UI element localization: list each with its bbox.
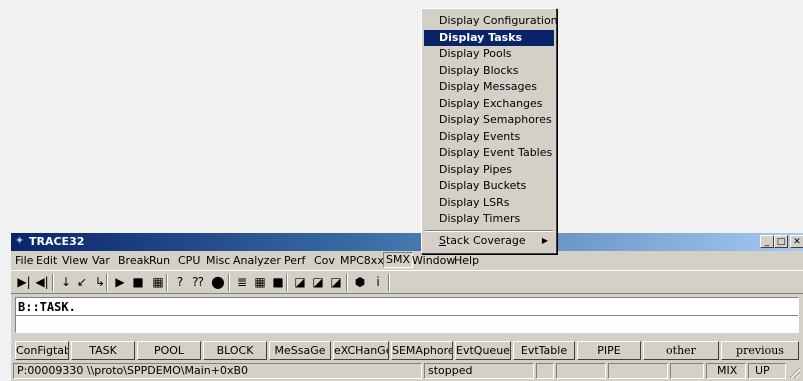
status-direction: UP [748, 363, 786, 379]
menu-mpc8xx[interactable]: MPC8xx [340, 254, 384, 267]
softkey-evtqueue[interactable]: EvtQueue [455, 341, 511, 360]
status-field-empty-1 [536, 363, 554, 379]
info-icon[interactable]: i [369, 273, 387, 291]
help-icon[interactable]: ? [171, 273, 189, 291]
menu-item-display-pools[interactable]: Display Pools [422, 46, 556, 63]
maximize-button[interactable]: □ [774, 235, 788, 248]
menu-break[interactable]: Break [118, 254, 150, 267]
menu-item-display-tasks[interactable]: Display Tasks [424, 29, 554, 46]
trace32-main-window: ✦ TRACE32 _ □ ✕ File Edit View Var Break Run C… [11, 233, 803, 381]
menu-item-stack-coverage-label: tack Coverage [445, 233, 526, 247]
list-icon[interactable]: ≣ [233, 273, 251, 291]
menu-item-display-exchanges[interactable]: Display Exchanges [422, 96, 556, 113]
menu-item-display-pipes[interactable]: Display Pipes [422, 162, 556, 179]
step-back-icon[interactable]: ◀| [33, 273, 51, 291]
status-field-empty-4 [670, 363, 704, 379]
softkey-pool[interactable]: POOL [137, 341, 201, 360]
window-title: TRACE32 [29, 235, 85, 248]
menu-window[interactable]: Window [412, 254, 455, 267]
menu-view[interactable]: View [62, 254, 88, 267]
command-divider [16, 315, 798, 316]
status-bar: P:00009330 \\proto\SPPDEMO\Main+0xB0 sto… [13, 363, 801, 379]
dump-icon[interactable]: ▦ [251, 273, 269, 291]
status-mode: MIX [706, 363, 746, 379]
softkey-other[interactable]: other [643, 341, 719, 360]
close-button[interactable]: ✕ [790, 235, 803, 248]
toolbar-separator [228, 274, 230, 291]
register-icon[interactable]: ■ [269, 273, 287, 291]
menu-item-display-event-tables[interactable]: Display Event Tables [422, 145, 556, 162]
toolbar-separator [106, 274, 108, 291]
step-into-icon[interactable]: ↙ [73, 273, 91, 291]
menu-var[interactable]: Var [92, 254, 110, 267]
menu-cov[interactable]: Cov [314, 254, 335, 267]
no-break-icon[interactable]: ▦ [149, 273, 167, 291]
trace32-app-icon: ✦ [15, 234, 25, 247]
menu-perf[interactable]: Perf [284, 254, 305, 267]
menu-item-display-timers[interactable]: Display Timers [422, 211, 556, 228]
menu-edit[interactable]: Edit [36, 254, 57, 267]
status-field-empty-2 [556, 363, 606, 379]
status-field-empty-3 [608, 363, 668, 379]
softkey-previous[interactable]: previous [721, 341, 799, 360]
menu-item-stack-coverage-mnemonic: S [439, 233, 446, 247]
status-address: P:00009330 \\proto\SPPDEMO\Main+0xB0 [13, 363, 422, 379]
menu-run[interactable]: Run [149, 254, 170, 267]
menu-item-display-messages[interactable]: Display Messages [422, 79, 556, 96]
menu-item-display-lsrs[interactable]: Display LSRs [422, 195, 556, 212]
go-icon[interactable]: ▶ [111, 273, 129, 291]
step-icon[interactable]: ▶| [15, 273, 33, 291]
menu-help[interactable]: Help [454, 254, 479, 267]
title-bar[interactable]: ✦ TRACE32 _ □ ✕ [11, 233, 803, 251]
status-state: stopped [424, 363, 534, 379]
menu-item-stack-coverage[interactable]: Stack Coverage ▶ [422, 233, 556, 250]
menu-item-display-events[interactable]: Display Events [422, 129, 556, 146]
menu-misc[interactable]: Misc [206, 254, 230, 267]
menu-item-display-semaphores[interactable]: Display Semaphores [422, 112, 556, 129]
command-line-input[interactable] [18, 300, 794, 314]
context-help-icon[interactable]: ⁇ [189, 273, 207, 291]
cpu-icon[interactable]: ⬢ [351, 273, 369, 291]
softkey-message[interactable]: MeSsaGe [269, 341, 331, 360]
toolbar-separator [52, 274, 54, 291]
chart-icon[interactable]: ◪ [291, 273, 309, 291]
toolbar: ▶| ◀| ↓ ↙ ↳ ▶ ■ ▦? ⁇ ⬤ ≣ ▦ ■ ◪ ◪ ◪ ⬢ i [11, 270, 803, 294]
toolbar-separator [166, 274, 168, 291]
toolbar-separator [286, 274, 288, 291]
menu-item-display-buckets[interactable]: Display Buckets [422, 178, 556, 195]
softkey-block[interactable]: BLOCK [203, 341, 267, 360]
softkey-exchange[interactable]: eXCHanGe [333, 341, 389, 360]
stop-icon[interactable]: ■ [129, 273, 147, 291]
menu-item-display-configuration[interactable]: Display Configuration [422, 13, 558, 30]
menu-analyzer[interactable]: Analyzer [233, 254, 281, 267]
menu-item-display-blocks[interactable]: Display Blocks [422, 63, 556, 80]
menu-file[interactable]: File [15, 254, 33, 267]
softkey-evttable[interactable]: EvtTable [513, 341, 575, 360]
command-area [15, 297, 799, 333]
menu-bar: File Edit View Var Break Run CPU Misc Analyzer Pe… [11, 251, 803, 269]
stop-sign-icon[interactable]: ⬤ [209, 273, 227, 291]
resize-grip[interactable] [790, 368, 800, 378]
submenu-arrow-icon: ▶ [541, 235, 548, 245]
smx-dropdown-menu: Display Configuration Display Tasks Disp… [421, 8, 558, 254]
softkey-bar: ConFigtab TASK POOL BLOCK MeSsaGe eXCHanGe SEM… [15, 341, 799, 360]
chart3-icon[interactable]: ◪ [327, 273, 345, 291]
softkey-pipe[interactable]: PIPE [577, 341, 641, 360]
menu-cpu[interactable]: CPU [178, 254, 200, 267]
softkey-task[interactable]: TASK [71, 341, 135, 360]
menu-smx[interactable]: SMX [383, 252, 414, 268]
softkey-configtab[interactable]: ConFigtab [15, 341, 69, 360]
chart2-icon[interactable]: ◪ [309, 273, 327, 291]
softkey-semaphore[interactable]: SEMAphore [391, 341, 453, 360]
toolbar-separator [388, 274, 390, 291]
toolbar-separator [346, 274, 348, 291]
minimize-button[interactable]: _ [760, 235, 774, 248]
